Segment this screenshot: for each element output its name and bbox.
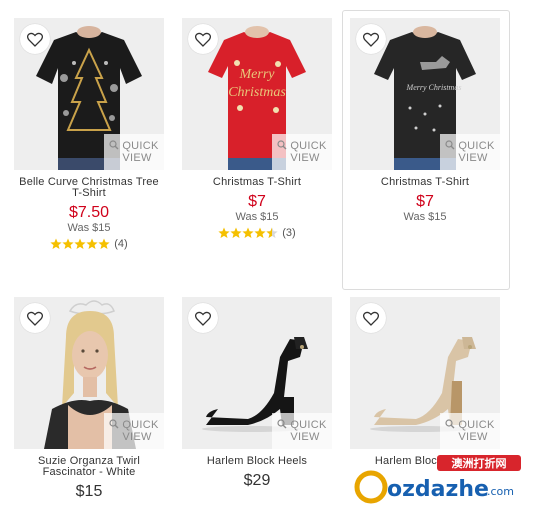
product-image[interactable]: QUICK VIEW [14, 297, 164, 449]
heart-outline-icon [363, 311, 379, 326]
favourite-button[interactable] [188, 303, 218, 333]
quick-view-label: VIEW [290, 431, 320, 443]
product-image[interactable]: Merry Christmas QUICK VIEW [182, 18, 332, 170]
star-icon [86, 238, 98, 249]
magnifier-icon [445, 419, 455, 429]
product-image[interactable]: QUICK VIEW [14, 18, 164, 170]
product-info: Suzie Organza Twirl Fascinator - White $1… [14, 456, 164, 501]
product-card[interactable]: Merry Christmas QUICK VIEW Christmas T-Sh… [342, 10, 510, 290]
product-title[interactable]: Harlem Block Heels [182, 456, 332, 467]
was-price: Was $15 [403, 211, 447, 223]
magnifier-icon [109, 419, 119, 429]
sale-price: $7.50 [68, 204, 110, 221]
product-info: Belle Curve Christmas Tree T-Shirt $7.50 … [14, 177, 164, 251]
magnifier-icon [109, 140, 119, 150]
heart-outline-icon [27, 32, 43, 47]
price: $15 [75, 483, 103, 500]
product-image[interactable]: Merry Christmas QUICK VIEW [350, 18, 500, 170]
product-card[interactable]: QUICK VIEW Belle Curve Christmas Tree T-Sh… [14, 18, 180, 288]
star-icon [218, 227, 230, 238]
watermark-brand: ozdazhe [387, 477, 489, 502]
favourite-button[interactable] [188, 24, 218, 54]
quick-view-label: VIEW [122, 152, 152, 164]
star-icon [74, 238, 86, 249]
product-image[interactable]: QUICK VIEW [182, 297, 332, 449]
heart-outline-icon [27, 311, 43, 326]
quick-view-button[interactable]: QUICK VIEW [440, 134, 500, 170]
rating[interactable]: (3) [182, 226, 332, 240]
quick-view-label: VIEW [122, 431, 152, 443]
site-watermark: 澳洲打折网 ozdazhe .com [347, 451, 543, 510]
star-icon [230, 227, 242, 238]
star-half-icon [266, 227, 278, 238]
quick-view-label: VIEW [458, 152, 488, 164]
product-info: Christmas T-Shirt $7 Was $15 [350, 177, 500, 224]
star-rating [218, 227, 278, 239]
sale-price: $7 [248, 193, 266, 210]
product-info: Christmas T-Shirt $7 Was $15 (3) [182, 177, 332, 240]
star-icon [98, 238, 110, 249]
favourite-button[interactable] [20, 303, 50, 333]
magnifier-icon [277, 419, 287, 429]
star-icon [254, 227, 266, 238]
quick-view-label: QUICK [290, 140, 327, 152]
magnifier-icon [277, 140, 287, 150]
was-price: Was $15 [235, 211, 279, 223]
quick-view-button[interactable]: QUICK VIEW [104, 134, 164, 170]
price: $29 [243, 472, 271, 489]
watermark-tagline: 澳洲打折网 [452, 456, 507, 470]
product-card[interactable]: QUICK VIEW Suzie Organza Twirl Fascinator … [14, 297, 180, 510]
svg-text:Merry: Merry [239, 67, 276, 82]
quick-view-label: QUICK [122, 419, 159, 431]
quick-view-label: QUICK [122, 140, 159, 152]
favourite-button[interactable] [356, 303, 386, 333]
quick-view-button[interactable]: QUICK VIEW [272, 413, 332, 449]
heart-outline-icon [195, 32, 211, 47]
rating[interactable]: (4) [14, 237, 164, 251]
magnifier-icon [445, 140, 455, 150]
heart-outline-icon [195, 311, 211, 326]
svg-text:Christmas: Christmas [228, 85, 286, 100]
svg-text:Merry Christmas: Merry Christmas [406, 83, 462, 92]
review-count: (3) [282, 227, 296, 239]
review-count: (4) [114, 238, 128, 250]
star-icon [242, 227, 254, 238]
quick-view-button[interactable]: QUICK VIEW [104, 413, 164, 449]
favourite-button[interactable] [20, 24, 50, 54]
quick-view-label: QUICK [290, 419, 327, 431]
heart-outline-icon [363, 32, 379, 47]
product-card[interactable]: QUICK VIEW Harlem Block Heels $29 [182, 297, 348, 510]
product-info: Harlem Block Heels $29 [182, 456, 332, 490]
was-price: Was $15 [67, 222, 111, 234]
product-title[interactable]: Christmas T-Shirt [350, 177, 500, 188]
favourite-button[interactable] [356, 24, 386, 54]
quick-view-label: VIEW [458, 431, 488, 443]
product-image[interactable]: QUICK VIEW [350, 297, 500, 449]
quick-view-button[interactable]: QUICK VIEW [272, 134, 332, 170]
product-title[interactable]: Suzie Organza Twirl Fascinator - White [14, 456, 164, 478]
star-icon [50, 238, 62, 249]
quick-view-label: QUICK [458, 140, 495, 152]
watermark-suffix: .com [487, 485, 514, 498]
product-card[interactable]: Merry Christmas QUICK VIEW Christmas T-Sh… [182, 18, 348, 288]
product-title[interactable]: Belle Curve Christmas Tree T-Shirt [14, 177, 164, 199]
sale-price: $7 [416, 193, 434, 210]
quick-view-label: VIEW [290, 152, 320, 164]
quick-view-button[interactable]: QUICK VIEW [440, 413, 500, 449]
star-rating [50, 238, 110, 250]
star-icon [62, 238, 74, 249]
product-title[interactable]: Christmas T-Shirt [182, 177, 332, 188]
quick-view-label: QUICK [458, 419, 495, 431]
